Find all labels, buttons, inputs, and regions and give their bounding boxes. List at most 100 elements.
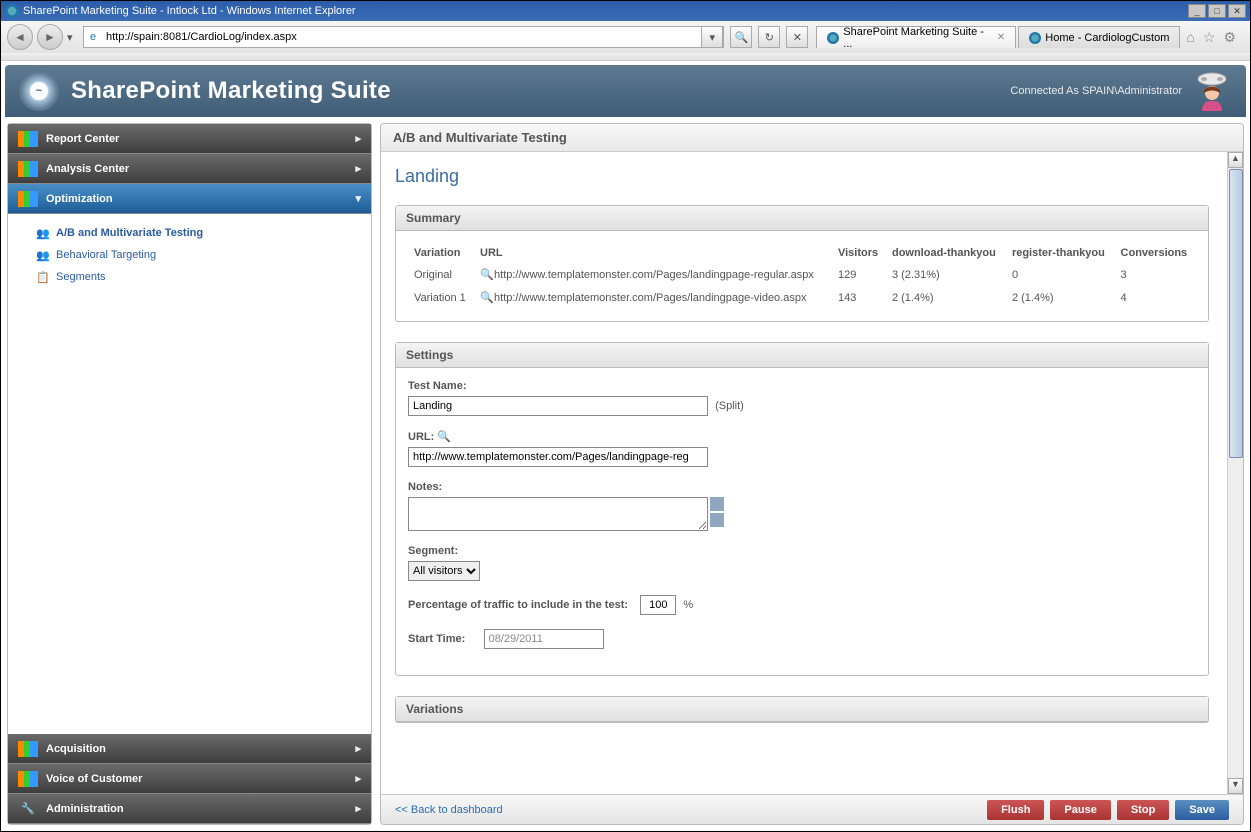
page-title: Landing [395, 166, 1209, 187]
magnify-icon[interactable]: 🔍 [480, 291, 494, 304]
favorites-icon[interactable]: ☆ [1203, 29, 1216, 46]
col-url: URL [474, 243, 832, 263]
tab-label: SharePoint Marketing Suite - ... [843, 26, 989, 50]
cell-visitors: 143 [832, 286, 886, 309]
browser-tab-active[interactable]: SharePoint Marketing Suite - ... ✕ [816, 26, 1016, 48]
cell-variation: Original [408, 263, 474, 286]
cell-c1: 3 (2.31%) [886, 263, 1006, 286]
nav-acquisition[interactable]: Acquisition ▸ [8, 734, 371, 764]
stop-button[interactable]: Stop [1117, 800, 1169, 820]
main-content: A/B and Multivariate Testing ▲ ▼ Landing… [380, 123, 1244, 825]
nav-label: Voice of Customer [46, 773, 142, 785]
percentage-input[interactable] [640, 595, 676, 615]
save-button[interactable]: Save [1175, 800, 1229, 820]
scrollbar[interactable]: ▲ ▼ [1227, 152, 1243, 794]
subnav-ab-testing[interactable]: 👥 A/B and Multivariate Testing [8, 222, 371, 244]
scroll-thumb[interactable] [1229, 169, 1243, 458]
summary-panel: Summary Variation URL Visitors download-… [395, 205, 1209, 322]
history-dropdown-icon[interactable]: ▾ [67, 31, 79, 44]
minimize-button[interactable]: _ [1188, 4, 1206, 18]
cell-variation: Variation 1 [408, 286, 474, 309]
nav-label: Administration [46, 803, 124, 815]
address-bar[interactable] [102, 29, 699, 45]
home-icon[interactable]: ⌂ [1186, 29, 1194, 46]
browser-subbar [1, 53, 1250, 61]
url-input[interactable] [408, 447, 708, 467]
flush-button[interactable]: Flush [987, 800, 1044, 820]
tab-close-icon[interactable]: ✕ [997, 32, 1005, 43]
app-header: ~ SharePoint Marketing Suite Connected A… [5, 65, 1246, 117]
user-avatar-icon[interactable] [1192, 71, 1232, 111]
cell-visitors: 129 [832, 263, 886, 286]
wrench-icon: 🔧 [18, 801, 38, 817]
notes-input[interactable] [408, 497, 708, 531]
pct-suffix: % [683, 599, 693, 611]
start-time-label: Start Time: [408, 633, 465, 645]
maximize-button[interactable]: □ [1208, 4, 1226, 18]
nav-report-center[interactable]: Report Center ▸ [8, 124, 371, 154]
browser-navbar: ◄ ► ▾ e ▾ 🔍 ↻ ✕ SharePoint Marketing Sui… [1, 21, 1250, 53]
cell-url[interactable]: http://www.templatemonster.com/Pages/lan… [494, 269, 814, 281]
subnav-segments[interactable]: 📋 Segments [8, 266, 371, 288]
browser-tab[interactable]: Home - CardiologCustom [1018, 26, 1180, 48]
search-dropdown-icon[interactable]: 🔍 [730, 26, 752, 48]
cell-url[interactable]: http://www.templatemonster.com/Pages/lan… [494, 292, 806, 304]
target-icon: 👥 [36, 248, 50, 262]
nav-label: Analysis Center [46, 163, 129, 175]
app-title: SharePoint Marketing Suite [71, 77, 391, 105]
tab-icon [1029, 32, 1041, 44]
table-row: Original 🔍http://www.templatemonster.com… [408, 263, 1196, 286]
test-name-label: Test Name: [408, 380, 1196, 392]
content-footer: << Back to dashboard Flush Pause Stop Sa… [381, 794, 1243, 824]
col-register-thankyou: register-thankyou [1006, 243, 1115, 263]
tab-label: Home - CardiologCustom [1045, 32, 1169, 44]
subnav-label: Behavioral Targeting [56, 249, 156, 261]
bars-gear-icon [18, 161, 38, 177]
segments-icon: 📋 [36, 270, 50, 284]
nav-label: Acquisition [46, 743, 106, 755]
connected-as-label: Connected As SPAIN\Administrator [1010, 85, 1182, 97]
chevron-right-icon: ▸ [355, 132, 361, 145]
chevron-down-icon: ▾ [355, 192, 361, 205]
variations-panel: Variations [395, 696, 1209, 723]
variations-header: Variations [396, 697, 1208, 722]
col-visitors: Visitors [832, 243, 886, 263]
start-time-input[interactable] [484, 629, 604, 649]
magnify-icon[interactable]: 🔍 [437, 430, 451, 443]
nav-analysis-center[interactable]: Analysis Center ▸ [8, 154, 371, 184]
scroll-up-icon[interactable]: ▲ [1228, 152, 1243, 168]
people-icon: 👥 [36, 226, 50, 240]
forward-button[interactable]: ► [37, 24, 63, 50]
chevron-right-icon: ▸ [355, 742, 361, 755]
segment-select[interactable]: All visitors [408, 561, 480, 581]
optimization-icon [18, 191, 38, 207]
nav-voice-of-customer[interactable]: Voice of Customer ▸ [8, 764, 371, 794]
tools-icon[interactable]: ⚙ [1223, 29, 1236, 46]
refresh-button[interactable]: ↻ [758, 26, 780, 48]
summary-table: Variation URL Visitors download-thankyou… [408, 243, 1196, 309]
back-to-dashboard-link[interactable]: << Back to dashboard [395, 804, 503, 816]
content-heading: A/B and Multivariate Testing [381, 124, 1243, 152]
chevron-right-icon: ▸ [355, 772, 361, 785]
urlbar-dropdown[interactable]: ▾ [701, 26, 723, 48]
url-label: URL: 🔍 [408, 430, 1196, 443]
col-download-thankyou: download-thankyou [886, 243, 1006, 263]
test-name-input[interactable] [408, 396, 708, 416]
cell-conv: 4 [1115, 286, 1196, 309]
subnav-behavioral-targeting[interactable]: 👥 Behavioral Targeting [8, 244, 371, 266]
close-window-button[interactable]: ✕ [1228, 4, 1246, 18]
magnify-icon[interactable]: 🔍 [480, 268, 494, 281]
scroll-down-icon[interactable]: ▼ [1228, 778, 1243, 794]
back-button[interactable]: ◄ [7, 24, 33, 50]
nav-administration[interactable]: 🔧 Administration ▸ [8, 794, 371, 824]
window-titlebar: SharePoint Marketing Suite - Intlock Ltd… [1, 1, 1250, 21]
voice-icon [18, 771, 38, 787]
nav-optimization[interactable]: Optimization ▾ [8, 184, 371, 214]
pause-button[interactable]: Pause [1050, 800, 1110, 820]
stop-button-browser[interactable]: ✕ [786, 26, 808, 48]
sidebar: Report Center ▸ Analysis Center ▸ Optimi… [7, 123, 372, 825]
color-square[interactable] [710, 497, 724, 511]
color-square[interactable] [710, 513, 724, 527]
chevron-right-icon: ▸ [355, 162, 361, 175]
tab-icon [827, 32, 839, 44]
